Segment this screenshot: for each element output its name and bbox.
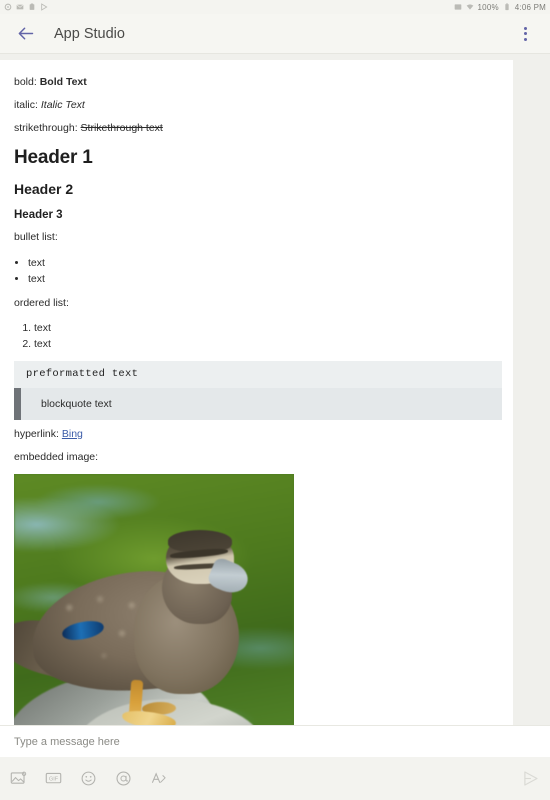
embedded-image-wrapper xyxy=(14,473,499,725)
ordered-list: text text xyxy=(34,320,499,353)
message-input[interactable]: Type a message here xyxy=(0,725,550,757)
image-icon[interactable] xyxy=(10,770,27,787)
list-item: text xyxy=(34,320,499,336)
emoji-icon[interactable] xyxy=(80,770,97,787)
bullet-list-label: bullet list: xyxy=(14,231,58,244)
wifi-icon xyxy=(466,3,474,11)
status-bar: 100% 4:06 PM xyxy=(0,0,550,14)
svg-text:GIF: GIF xyxy=(49,777,59,783)
status-bar-left-icons xyxy=(4,3,48,11)
mail-icon xyxy=(16,3,24,11)
italic-label: italic: xyxy=(14,99,38,112)
overflow-dot xyxy=(523,26,527,30)
app-bar: App Studio xyxy=(0,14,550,54)
overflow-menu-icon[interactable] xyxy=(514,23,536,45)
battery-percent-label: 100% xyxy=(477,2,499,12)
hyperlink-sample-line: hyperlink: Bing xyxy=(14,428,499,441)
strikethrough-sample-line: strikethrough: Strikethrough text xyxy=(14,122,499,135)
clipboard-icon xyxy=(28,3,36,11)
status-bar-right-icons: 100% 4:06 PM xyxy=(454,3,546,12)
hyperlink-bing[interactable]: Bing xyxy=(62,428,83,440)
bold-value: Bold Text xyxy=(39,76,87,88)
page-title: App Studio xyxy=(54,25,125,42)
strikethrough-value: Strikethrough text xyxy=(80,122,163,135)
overflow-dot xyxy=(523,32,527,35)
overflow-dot xyxy=(523,37,527,41)
battery-icon xyxy=(503,3,511,11)
sync-icon xyxy=(4,3,12,11)
italic-sample-line: italic: Italic Text xyxy=(14,99,499,112)
list-item: text xyxy=(28,271,499,287)
bold-sample-line: bold: Bold Text xyxy=(14,76,499,89)
app-root: 100% 4:06 PM App Studio bold: Bold Text … xyxy=(0,0,550,800)
format-icon[interactable] xyxy=(150,770,167,787)
blockquote-text: blockquote text xyxy=(41,397,112,410)
bullet-list: text text xyxy=(28,255,499,288)
message-card: bold: Bold Text italic: Italic Text stri… xyxy=(0,60,513,725)
message-input-placeholder: Type a message here xyxy=(14,735,120,748)
composer-toolbar: GIF xyxy=(0,757,550,800)
header-2: Header 2 xyxy=(14,181,74,198)
blockquote-block: blockquote text xyxy=(14,387,502,420)
strikethrough-label: strikethrough: xyxy=(14,122,78,135)
cast-icon xyxy=(454,3,462,11)
blockquote-bar xyxy=(14,387,21,420)
mention-icon[interactable] xyxy=(115,770,132,787)
list-item: text xyxy=(34,336,499,352)
gif-icon[interactable]: GIF xyxy=(45,770,62,787)
preformatted-block: preformatted text xyxy=(14,360,502,388)
header-1: Header 1 xyxy=(14,147,93,169)
clock-label: 4:06 PM xyxy=(514,2,546,12)
header-3: Header 3 xyxy=(14,209,63,222)
composer: Type a message here GIF xyxy=(0,725,550,800)
conversation-scroll[interactable]: bold: Bold Text italic: Italic Text stri… xyxy=(0,54,550,725)
back-arrow-icon[interactable] xyxy=(14,23,36,45)
embedded-image-label: embedded image: xyxy=(14,450,99,463)
hyperlink-label: hyperlink: xyxy=(14,427,59,440)
duck-photo[interactable] xyxy=(14,473,294,725)
bold-label: bold: xyxy=(14,76,37,88)
italic-value: Italic Text xyxy=(40,99,85,112)
send-icon[interactable] xyxy=(520,769,540,789)
ordered-list-label: ordered list: xyxy=(14,297,69,310)
list-item: text xyxy=(28,255,499,271)
play-icon xyxy=(40,3,48,11)
